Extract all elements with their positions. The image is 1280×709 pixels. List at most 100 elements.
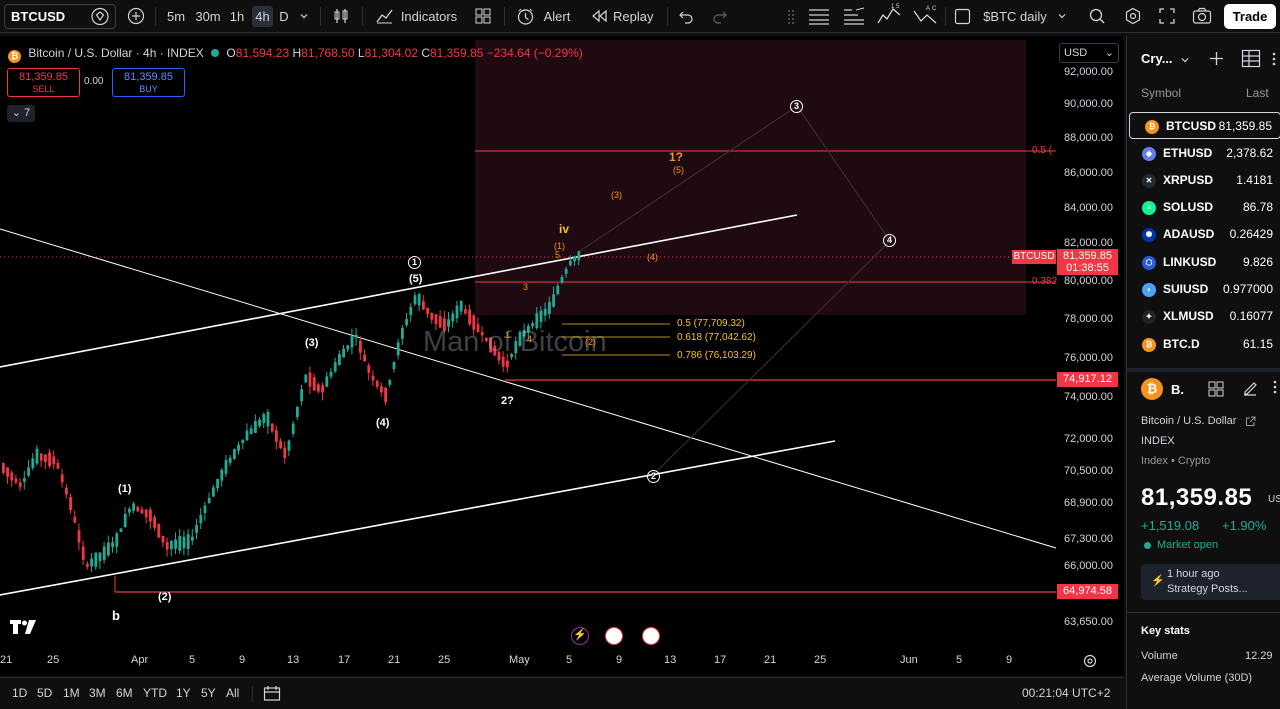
candle — [254, 421, 257, 433]
candle — [459, 300, 463, 312]
clock[interactable]: 00:21:04 UTC+2 — [1022, 686, 1110, 700]
currency-select[interactable]: USD ⌄ — [1059, 43, 1119, 63]
alert-button[interactable]: Alert — [541, 6, 573, 27]
diamond-icon[interactable] — [90, 7, 110, 33]
interval-30m[interactable]: 30m — [193, 6, 223, 27]
column-symbol[interactable]: Symbol — [1141, 86, 1181, 100]
sell-price: 81,359.85 — [19, 71, 68, 83]
range-5y[interactable]: 5Y — [201, 686, 216, 700]
interval-4h[interactable]: 4h — [252, 6, 273, 27]
watchlist-last: 1.4181 — [1236, 173, 1273, 187]
range-1y[interactable]: 1Y — [176, 686, 191, 700]
more-icon[interactable] — [1272, 380, 1278, 397]
watchlist-row[interactable]: ◆ ETHUSD 2,378.62 — [1127, 140, 1280, 167]
watchlist-symbol: SOLUSD — [1163, 200, 1214, 214]
candle — [464, 309, 467, 314]
news-card[interactable]: ⚡ 1 hour ago Strategy Posts... — [1141, 564, 1280, 600]
chevron-down-icon[interactable] — [1179, 54, 1191, 69]
edit-icon[interactable] — [1241, 380, 1259, 401]
grid-icon[interactable] — [1207, 380, 1225, 401]
watchlist-row[interactable]: ✕ XRPUSD 1.4181 — [1127, 167, 1280, 194]
watchlist-title[interactable]: Cry... — [1141, 51, 1173, 66]
sell-button[interactable]: 81,359.85 SELL — [7, 68, 80, 97]
candle — [371, 375, 375, 381]
candle — [543, 308, 547, 316]
trade-button[interactable]: Trade — [1224, 4, 1276, 29]
lines-tool-icon[interactable] — [807, 6, 831, 29]
candle — [220, 469, 224, 481]
settings-icon[interactable] — [1124, 7, 1142, 28]
watchlist-row[interactable]: ✦ XLMUSD 0.16077 — [1127, 303, 1280, 330]
wave-label: (3) — [611, 190, 622, 200]
fullscreen-icon[interactable] — [1158, 7, 1176, 28]
redo-icon[interactable] — [712, 8, 728, 27]
layout-chevron-icon[interactable] — [1056, 10, 1068, 25]
compare-add-icon[interactable] — [127, 7, 145, 28]
range-1m[interactable]: 1M — [63, 686, 80, 700]
y-tick: 68,900.00 — [1064, 497, 1113, 509]
range-ytd[interactable]: YTD — [143, 686, 167, 700]
range-all[interactable]: All — [226, 686, 239, 700]
candle — [237, 444, 240, 451]
undo-icon[interactable] — [678, 8, 694, 27]
symbol-search[interactable]: BTCUSD — [4, 4, 116, 29]
watchlist-row[interactable]: ₿ BTC.D 61.15 — [1127, 331, 1280, 358]
us-flag-event-icon[interactable] — [605, 627, 623, 645]
indicators-toggle[interactable]: ⌄ 7 — [7, 105, 35, 122]
watchlist-layout-icon[interactable] — [1241, 49, 1261, 71]
regression-tool-icon[interactable] — [842, 6, 866, 29]
wave-label: 4 — [527, 334, 533, 344]
market-status: Market open — [1157, 539, 1219, 551]
quick-search-icon[interactable] — [1088, 7, 1106, 28]
watchlist-row[interactable]: ✺ ADAUSD 0.26429 — [1127, 221, 1280, 248]
replay-button[interactable]: Replay — [613, 6, 653, 27]
column-last[interactable]: Last — [1246, 86, 1269, 100]
x-tick: 17 — [338, 654, 351, 666]
more-icon[interactable] — [1271, 52, 1277, 69]
replay-icon[interactable] — [590, 8, 608, 27]
us-flag-event-icon[interactable] — [642, 627, 660, 645]
candle — [321, 385, 324, 393]
camera-icon[interactable] — [1192, 7, 1212, 28]
drag-handle-icon[interactable] — [787, 9, 795, 28]
range-1d[interactable]: 1D — [12, 686, 27, 700]
candle — [300, 389, 303, 402]
watchlist-row[interactable]: ≡ SOLUSD 86.78 — [1127, 194, 1280, 221]
detail-name[interactable]: Bitcoin / U.S. Dollar — [1141, 415, 1236, 427]
watchlist-row[interactable]: ⬡ LINKUSD 9.826 — [1127, 249, 1280, 276]
lightning-event-icon[interactable]: ⚡ — [571, 627, 589, 645]
indicators-button[interactable]: Indicators — [400, 6, 458, 27]
layout-square-icon[interactable] — [954, 8, 971, 28]
goto-date-icon[interactable] — [263, 685, 281, 705]
range-5d[interactable]: 5D — [37, 686, 52, 700]
range-3m[interactable]: 3M — [89, 686, 106, 700]
interval-5m[interactable]: 5m — [164, 6, 188, 27]
buy-button[interactable]: 81,359.85 BUY — [112, 68, 185, 97]
candle — [434, 314, 438, 324]
chart-area[interactable]: ₿ Bitcoin / U.S. Dollar · 4h · INDEX O81… — [0, 36, 1124, 676]
chevron-down-icon[interactable] — [298, 10, 310, 25]
templates-icon[interactable] — [474, 7, 492, 28]
volume-label: Volume — [1141, 650, 1178, 662]
candle — [430, 312, 434, 320]
add-symbol-icon[interactable] — [1208, 50, 1225, 70]
candle — [52, 456, 56, 465]
interval-1h[interactable]: 1h — [227, 6, 247, 27]
watchlist-row[interactable]: ◗ SUIUSD 0.977000 — [1127, 276, 1280, 303]
elliott-impulse-icon[interactable]: 51 — [876, 3, 902, 30]
indicators-icon[interactable] — [375, 7, 394, 28]
alert-clock-icon[interactable] — [516, 7, 535, 29]
watchlist-row[interactable]: ₿ BTCUSD 81,359.85 — [1129, 112, 1280, 139]
x-tick: 17 — [714, 654, 727, 666]
elliott-correction-icon[interactable]: AC — [912, 3, 938, 30]
range-6m[interactable]: 6M — [116, 686, 133, 700]
candles-icon[interactable] — [332, 7, 350, 28]
interval-d[interactable]: D — [277, 6, 291, 27]
candle — [48, 452, 51, 467]
candle — [31, 458, 35, 469]
coin-icon: ◆ — [1142, 147, 1156, 161]
layout-name[interactable]: $BTC daily — [983, 6, 1047, 27]
wave-label: (4) — [376, 417, 390, 429]
external-link-icon[interactable] — [1245, 416, 1256, 430]
bottom-toolbar: 1D 5D 1M 3M 6M YTD 1Y 5Y All 00:21:04 UT… — [0, 677, 1124, 709]
